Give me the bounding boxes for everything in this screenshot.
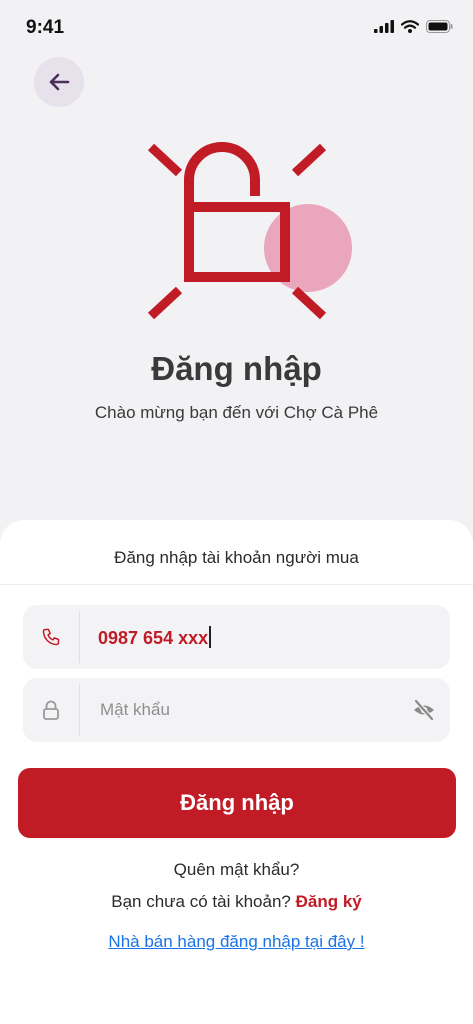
phone-field[interactable]: 0987 654 xxx [23, 605, 450, 669]
cellular-signal-icon [374, 20, 394, 33]
phone-icon [42, 628, 60, 646]
register-prompt: Bạn chưa có tài khoản? Đăng ký [0, 892, 473, 912]
wifi-icon [401, 20, 419, 33]
field-separator [79, 684, 80, 736]
eye-off-icon[interactable] [412, 698, 436, 722]
status-bar: 9:41 [0, 0, 473, 56]
register-link[interactable]: Đăng ký [296, 892, 362, 911]
seller-login-link[interactable]: Nhà bán hàng đăng nhập tại đây ! [0, 932, 473, 952]
password-field[interactable]: Mật khẩu [23, 678, 450, 742]
phone-value[interactable]: 0987 654 xxx [98, 626, 211, 649]
forgot-password-link[interactable]: Quên mật khẩu? [0, 860, 473, 880]
login-card: Đăng nhập tài khoản người mua 0987 654 x… [0, 520, 473, 1024]
unlocked-padlock-icon [147, 142, 352, 320]
no-account-text: Bạn chưa có tài khoản? [111, 892, 291, 911]
back-button[interactable] [34, 57, 84, 107]
battery-icon [426, 20, 453, 33]
login-button[interactable]: Đăng nhập [18, 768, 456, 838]
back-arrow-icon [49, 73, 70, 91]
page-title: Đăng nhập [151, 350, 322, 387]
status-time: 9:41 [26, 17, 65, 38]
password-placeholder: Mật khẩu [100, 700, 170, 719]
welcome-subtitle: Chào mừng bạn đến với Chợ Cà Phê [94, 403, 379, 422]
login-card-title: Đăng nhập tài khoản người mua [114, 548, 359, 567]
text-caret [209, 626, 211, 648]
divider [0, 584, 473, 585]
field-separator [79, 611, 80, 663]
lock-icon [43, 700, 59, 720]
phone-value-text: 0987 654 xxx [98, 628, 209, 648]
status-icons [374, 20, 453, 33]
